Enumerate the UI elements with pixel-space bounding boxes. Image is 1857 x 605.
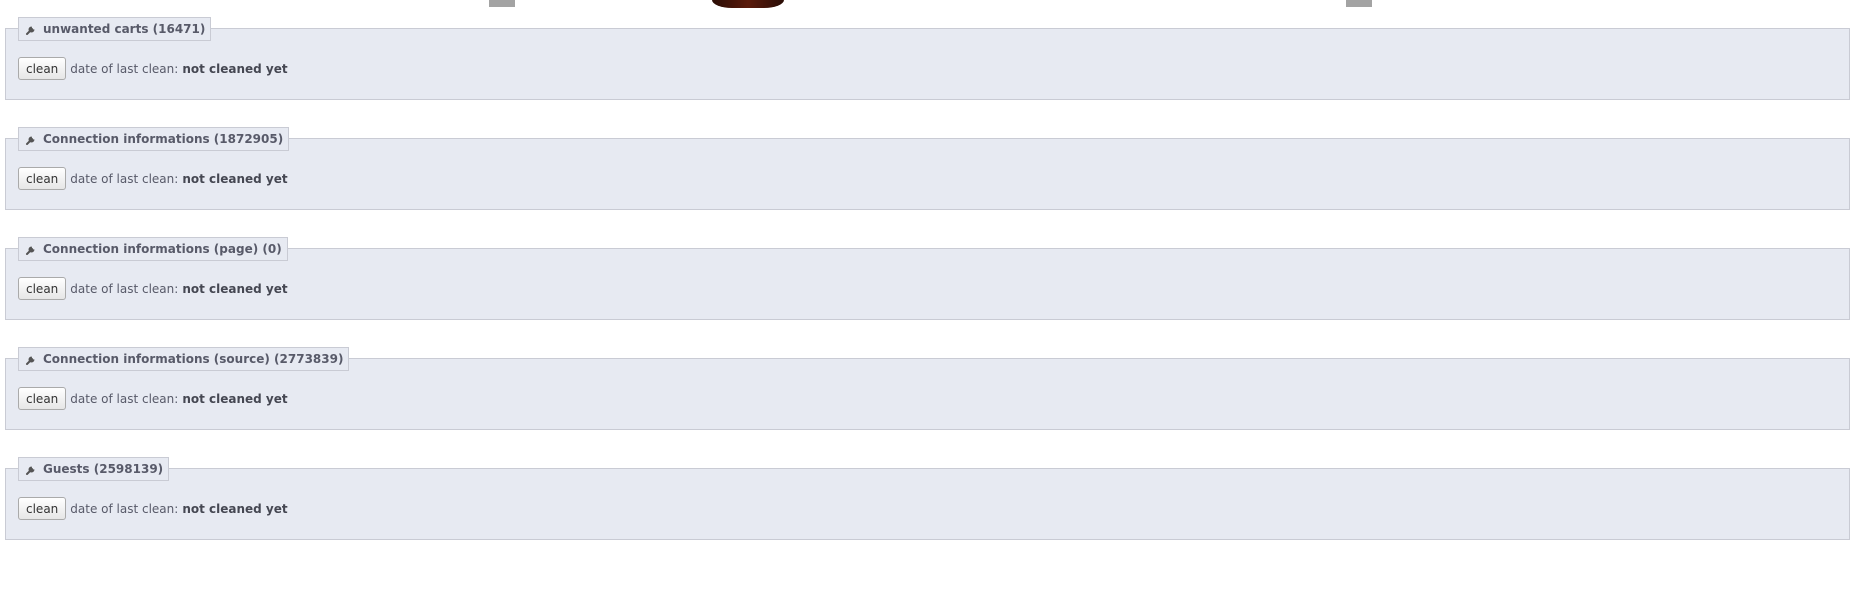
status-value: not cleaned yet — [182, 171, 288, 186]
clean-button[interactable]: clean — [18, 57, 67, 80]
status-label: date of last clean: — [70, 501, 179, 516]
dark-image-fragment — [712, 0, 784, 8]
panel-guests: Guests (2598139) clean date of last clea… — [5, 457, 1850, 540]
panel-legend: Connection informations (page) (0) — [18, 237, 288, 261]
status-value: not cleaned yet — [182, 61, 288, 76]
status-value: not cleaned yet — [182, 281, 288, 296]
panel-legend: unwanted carts (16471) — [18, 17, 212, 41]
gray-tab-left — [489, 0, 515, 7]
panel-legend: Connection informations (1872905) — [18, 127, 290, 151]
clean-button[interactable]: clean — [18, 497, 67, 520]
panel-connection-informations-page: Connection informations (page) (0) clean… — [5, 237, 1850, 320]
panel-title: Connection informations (1872905) — [43, 132, 284, 146]
wrench-icon — [26, 246, 35, 255]
wrench-icon — [26, 26, 35, 35]
panel-row: clean date of last clean: not cleaned ye… — [18, 167, 288, 190]
status-value: not cleaned yet — [182, 501, 288, 516]
status-label: date of last clean: — [70, 171, 179, 186]
panel-connection-informations: Connection informations (1872905) clean … — [5, 127, 1850, 210]
wrench-icon — [26, 136, 35, 145]
status-value: not cleaned yet — [182, 391, 288, 406]
panel-row: clean date of last clean: not cleaned ye… — [18, 497, 288, 520]
panel-unwanted-carts: unwanted carts (16471) clean date of las… — [5, 17, 1850, 100]
clean-button[interactable]: clean — [18, 277, 67, 300]
wrench-icon — [26, 466, 35, 475]
panel-legend: Guests (2598139) — [18, 457, 170, 481]
panel-title: Guests (2598139) — [43, 462, 164, 476]
status-label: date of last clean: — [70, 391, 179, 406]
panel-row: clean date of last clean: not cleaned ye… — [18, 277, 288, 300]
panel-legend: Connection informations (source) (277383… — [18, 347, 350, 371]
cleanup-panels: unwanted carts (16471) clean date of las… — [5, 17, 1850, 578]
panel-title: Connection informations (source) (277383… — [43, 352, 344, 366]
clean-button[interactable]: clean — [18, 167, 67, 190]
status-label: date of last clean: — [70, 61, 179, 76]
clean-button[interactable]: clean — [18, 387, 67, 410]
wrench-icon — [26, 356, 35, 365]
status-label: date of last clean: — [70, 281, 179, 296]
panel-row: clean date of last clean: not cleaned ye… — [18, 57, 288, 80]
gray-tab-right — [1346, 0, 1372, 7]
panel-title: Connection informations (page) (0) — [43, 242, 282, 256]
panel-title: unwanted carts (16471) — [43, 22, 206, 36]
panel-row: clean date of last clean: not cleaned ye… — [18, 387, 288, 410]
panel-connection-informations-source: Connection informations (source) (277383… — [5, 347, 1850, 430]
top-edge-artifacts — [0, 0, 1857, 8]
